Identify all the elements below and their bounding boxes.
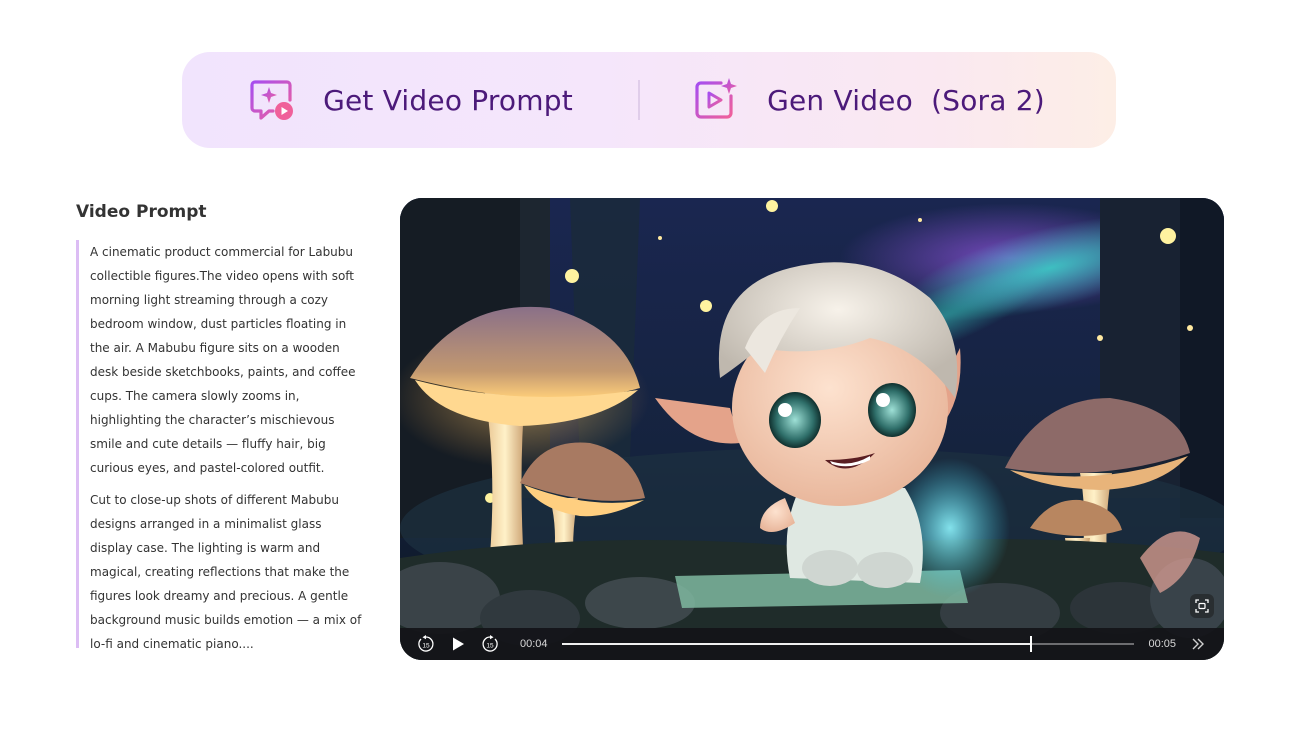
video-sparkle-icon — [695, 78, 738, 119]
video-prompt-title: Video Prompt — [76, 202, 207, 222]
play-button[interactable] — [448, 634, 468, 654]
forward-15-icon: 15 — [482, 635, 498, 652]
svg-text:15: 15 — [422, 642, 430, 649]
progress-fill — [561, 643, 1032, 645]
tab-gen-video[interactable]: Gen Video (Sora 2) — [640, 52, 1096, 148]
screenshot-icon — [1195, 599, 1209, 613]
video-player[interactable]: 15 15 00:04 00:05 — [400, 198, 1224, 660]
screenshot-button[interactable] — [1190, 594, 1214, 618]
tab-gen-video-label: Gen Video (Sora 2) — [767, 83, 1045, 117]
prompt-paragraph-1: A cinematic product commercial for Labub… — [90, 245, 356, 475]
rewind-15-icon: 15 — [418, 635, 434, 652]
duration-time: 00:05 — [1148, 638, 1176, 650]
progress-handle[interactable] — [1030, 636, 1033, 652]
video-frame — [400, 198, 1224, 660]
chat-play-sparkle-icon — [250, 80, 294, 120]
mode-tab-bar: Get Video Prompt Gen Video (Sora 2) — [182, 52, 1116, 148]
video-prompt-text: A cinematic product commercial for Labub… — [76, 240, 366, 651]
tab-get-video-prompt-label: Get Video Prompt — [323, 83, 573, 117]
current-time: 00:04 — [520, 638, 548, 650]
double-chevron-right-icon — [1192, 638, 1204, 650]
tab-get-video-prompt[interactable]: Get Video Prompt — [182, 52, 638, 148]
rewind-15-button[interactable]: 15 — [416, 634, 436, 654]
forward-15-button[interactable]: 15 — [480, 634, 500, 654]
progress-bar[interactable] — [561, 636, 1135, 652]
prompt-paragraph-2: Cut to close-up shots of different Mabub… — [90, 493, 362, 651]
speed-button[interactable] — [1188, 634, 1208, 654]
player-controls: 15 15 00:04 00:05 — [400, 628, 1224, 660]
play-icon — [453, 637, 464, 651]
svg-text:15: 15 — [486, 642, 494, 649]
